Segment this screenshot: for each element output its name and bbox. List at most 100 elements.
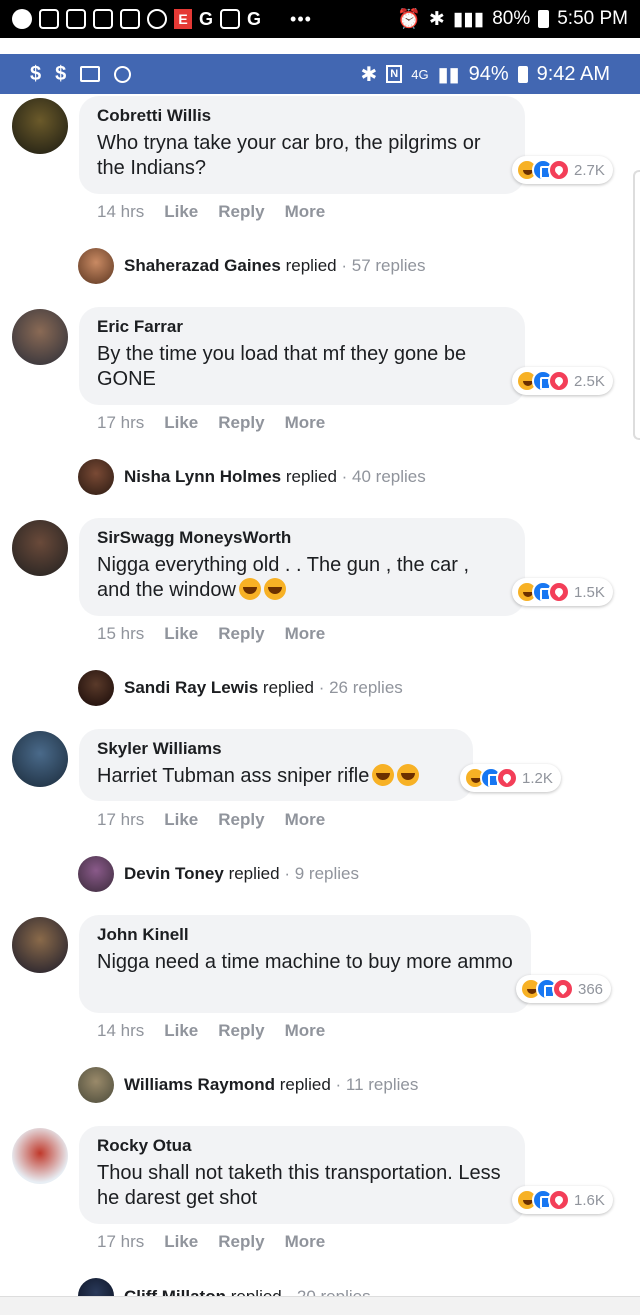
- replies-summary: Cliff Millaton replied · 20 replies: [124, 1278, 371, 1296]
- comment-time[interactable]: 14 hrs: [97, 202, 144, 222]
- replies-link[interactable]: Shaherazad Gaines replied · 57 replies: [78, 248, 425, 284]
- commenter-name[interactable]: Rocky Otua: [97, 1136, 507, 1156]
- replier-name: Sandi Ray Lewis: [124, 678, 259, 697]
- like-button[interactable]: Like: [164, 1232, 198, 1252]
- reply-count: · 57 replies: [341, 256, 426, 275]
- like-button[interactable]: Like: [164, 1021, 198, 1041]
- comment-actions: 15 hrs Like Reply More: [97, 624, 325, 644]
- nfc-icon: N: [386, 65, 403, 83]
- commenter-name[interactable]: Skyler Williams: [97, 739, 455, 759]
- comment-time[interactable]: 14 hrs: [97, 1021, 144, 1041]
- avatar[interactable]: [12, 309, 68, 365]
- comment-actions: 14 hrs Like Reply More: [97, 1021, 325, 1041]
- like-button[interactable]: Like: [164, 810, 198, 830]
- laughing-emoji-icon: [263, 578, 286, 600]
- love-reaction-icon: [548, 159, 570, 181]
- replies-link[interactable]: Devin Toney replied · 9 replies: [78, 856, 359, 892]
- reaction-summary[interactable]: 2.7K: [512, 156, 613, 184]
- dollar-icon: $: [30, 62, 42, 85]
- more-button[interactable]: More: [285, 413, 326, 433]
- reply-button[interactable]: Reply: [218, 624, 264, 644]
- replier-name: Shaherazad Gaines: [124, 256, 281, 275]
- more-button[interactable]: More: [285, 1232, 326, 1252]
- replies-summary: Devin Toney replied · 9 replies: [124, 864, 359, 884]
- signal-icon: ▮▮: [437, 63, 460, 86]
- reaction-count: 2.5K: [574, 372, 605, 390]
- comment-text: Nigga everything old . . The gun , the c…: [97, 553, 507, 603]
- more-notifications-icon: •••: [290, 8, 312, 29]
- comment-text: Who tryna take your car bro, the pilgrim…: [97, 132, 481, 179]
- comment-time[interactable]: 17 hrs: [97, 810, 144, 830]
- avatar[interactable]: [12, 1128, 68, 1184]
- battery-icon: [538, 10, 550, 28]
- love-reaction-icon: [548, 581, 570, 603]
- reaction-summary[interactable]: 366: [516, 975, 612, 1003]
- replies-link[interactable]: Sandi Ray Lewis replied · 26 replies: [78, 670, 403, 706]
- replies-link[interactable]: Cliff Millaton replied · 20 replies: [78, 1278, 371, 1296]
- comment-text: Nigga need a time machine to buy more am…: [97, 951, 513, 973]
- commenter-name[interactable]: John Kinell: [97, 925, 513, 945]
- like-button[interactable]: Like: [164, 202, 198, 222]
- instagram-icon-3: [220, 9, 241, 29]
- laughing-emoji-icon: [238, 578, 261, 600]
- replied-label: replied: [285, 467, 337, 486]
- reaction-summary[interactable]: 1.6K: [512, 1186, 613, 1214]
- reaction-summary[interactable]: 1.2K: [460, 764, 561, 792]
- more-button[interactable]: More: [285, 202, 326, 222]
- scroll-indicator[interactable]: [633, 170, 640, 440]
- avatar: [78, 459, 114, 495]
- comment-bubble: Cobretti Willis Who tryna take your car …: [79, 96, 525, 194]
- commenter-name[interactable]: Eric Farrar: [97, 317, 507, 337]
- more-button[interactable]: More: [285, 810, 326, 830]
- replier-name: Cliff Millaton: [124, 1287, 226, 1296]
- avatar: [78, 248, 114, 284]
- comment-time[interactable]: 17 hrs: [97, 413, 144, 433]
- reply-button[interactable]: Reply: [218, 413, 264, 433]
- replies-link[interactable]: Williams Raymond replied · 11 replies: [78, 1067, 418, 1103]
- replies-link[interactable]: Nisha Lynn Holmes replied · 40 replies: [78, 459, 426, 495]
- reply-button[interactable]: Reply: [218, 202, 264, 222]
- avatar[interactable]: [12, 917, 68, 973]
- reply-count: · 20 replies: [287, 1287, 371, 1296]
- love-reaction-icon: [496, 767, 518, 789]
- signal-icon: ▮▮▮: [452, 8, 485, 30]
- separator-strip: [0, 38, 640, 54]
- replied-label: replied: [285, 256, 337, 275]
- message-icon: [39, 9, 59, 29]
- espn-icon: E: [174, 9, 192, 29]
- comment-text: By the time you load that mf they gone b…: [97, 343, 467, 390]
- bluetooth-icon: ✱: [360, 63, 378, 86]
- commenter-name[interactable]: SirSwagg MoneysWorth: [97, 528, 507, 548]
- comment-time[interactable]: 15 hrs: [97, 624, 144, 644]
- reply-count: · 26 replies: [318, 678, 403, 697]
- more-button[interactable]: More: [285, 1021, 326, 1041]
- avatar[interactable]: [12, 98, 68, 154]
- love-reaction-icon: [548, 370, 570, 392]
- avatar[interactable]: [12, 520, 68, 576]
- reply-button[interactable]: Reply: [218, 810, 264, 830]
- comment-actions: 14 hrs Like Reply More: [97, 202, 325, 222]
- more-button[interactable]: More: [285, 624, 326, 644]
- avatar[interactable]: [12, 731, 68, 787]
- reply-count: · 9 replies: [284, 864, 359, 883]
- love-reaction-icon: [552, 978, 574, 1000]
- reaction-summary[interactable]: 1.5K: [512, 578, 613, 606]
- reaction-count: 366: [578, 980, 604, 998]
- comment-time[interactable]: 17 hrs: [97, 1232, 144, 1252]
- reply-button[interactable]: Reply: [218, 1021, 264, 1041]
- like-button[interactable]: Like: [164, 413, 198, 433]
- inner-battery-percent: 94%: [468, 62, 509, 85]
- basketball-icon: [147, 9, 167, 29]
- basketball-icon: [114, 65, 132, 83]
- replied-label: replied: [231, 1287, 282, 1296]
- reaction-summary[interactable]: 2.5K: [512, 367, 613, 395]
- commenter-name[interactable]: Cobretti Willis: [97, 106, 507, 126]
- replied-label: replied: [228, 864, 280, 883]
- outer-status-right: ⏰ ✱ ▮▮▮ 80% 5:50 PM: [397, 7, 628, 31]
- reaction-count: 1.5K: [574, 583, 605, 601]
- reply-count: · 11 replies: [335, 1075, 419, 1094]
- reply-button[interactable]: Reply: [218, 1232, 264, 1252]
- instagram-icon-2: [120, 9, 140, 29]
- like-button[interactable]: Like: [164, 624, 198, 644]
- notification-icons: E G G •••: [12, 9, 312, 30]
